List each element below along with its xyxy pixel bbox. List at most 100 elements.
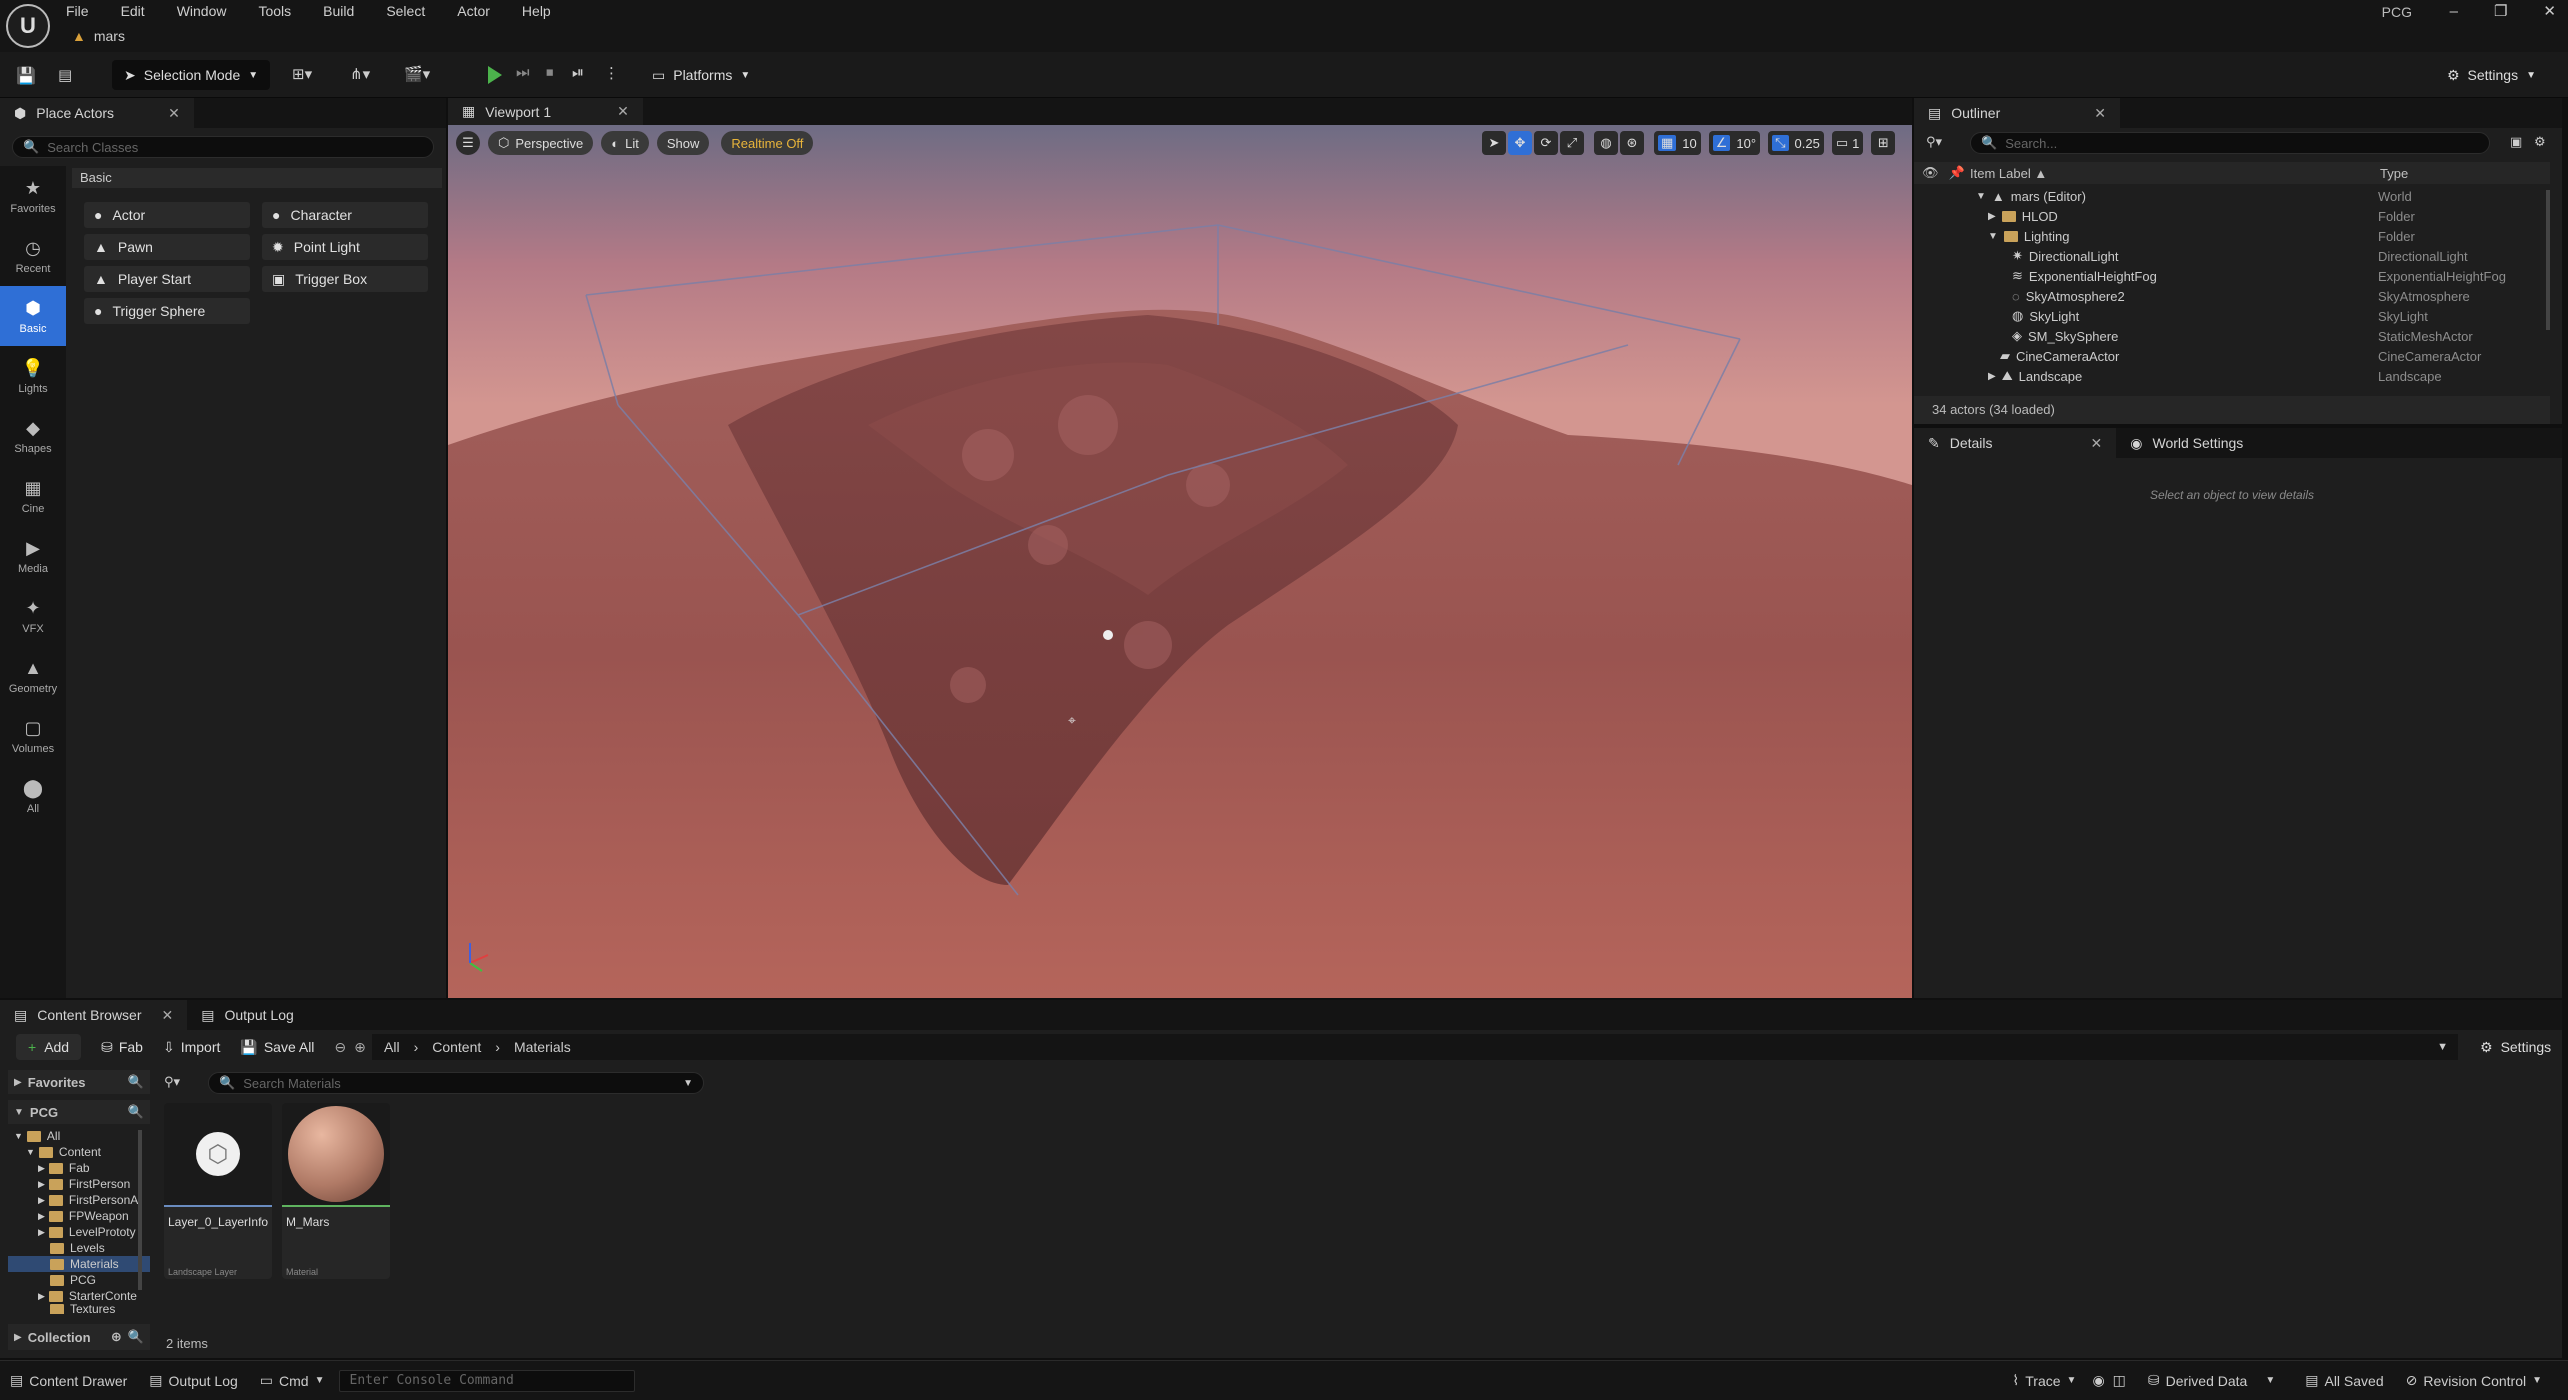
tab-content-browser[interactable]: ▤ Content Browser ✕ — [0, 1000, 188, 1030]
trace-dropdown[interactable]: ⌇ Trace ▼ — [2012, 1372, 2076, 1389]
sidebar-item-vfx[interactable]: ✦ VFX — [0, 586, 66, 646]
outliner-search-input[interactable]: 🔍 Search... — [1970, 132, 2490, 154]
add-button[interactable]: + Add — [16, 1034, 82, 1060]
perspective-button[interactable]: ⬡ Perspective — [488, 131, 594, 155]
save-all-button[interactable]: 💾 Save All — [240, 1039, 314, 1056]
menu-edit[interactable]: Edit — [121, 0, 145, 22]
sidebar-item-shapes[interactable]: ◆ Shapes — [0, 406, 66, 466]
sidebar-item-basic[interactable]: ⬢ Basic — [0, 286, 66, 346]
import-button[interactable]: ⇩ Import — [163, 1039, 220, 1056]
browse-icon[interactable]: ▤ — [58, 66, 72, 84]
sidebar-item-recent[interactable]: ◷ Recent — [0, 226, 66, 286]
tab-viewport-1[interactable]: ▦ Viewport 1 ✕ — [448, 98, 643, 125]
add-actor-icon[interactable]: ⊞▾ — [292, 65, 312, 83]
actor-item-trigger-sphere[interactable]: ● Trigger Sphere — [84, 298, 250, 324]
selection-mode-button[interactable]: ➤ Selection Mode ▼ — [112, 60, 271, 90]
tab-outliner[interactable]: ▤ Outliner ✕ — [1914, 98, 2120, 128]
cmd-dropdown[interactable]: ▭ Cmd ▼ — [260, 1372, 325, 1389]
restore-button[interactable]: ❐ — [2494, 2, 2507, 20]
outliner-row[interactable]: ≋ ExponentialHeightFog ExponentialHeightFo… — [1914, 266, 2550, 286]
close-icon[interactable]: ✕ — [162, 1007, 174, 1024]
menu-help[interactable]: Help — [522, 0, 551, 22]
more-options-icon[interactable]: ⋮ — [604, 64, 619, 82]
filter-icon[interactable]: ⚲▾ — [164, 1074, 180, 1090]
menu-window[interactable]: Window — [177, 0, 227, 22]
tree-item-selected[interactable]: Materials — [8, 1256, 150, 1272]
sidebar-item-volumes[interactable]: ▢ Volumes — [0, 706, 66, 766]
tab-details[interactable]: ✎ Details ✕ — [1914, 428, 2117, 458]
search-materials-input[interactable]: 🔍 Search Materials ▼ — [208, 1072, 704, 1094]
mars-landscape-render[interactable]: ⌖ — [448, 125, 1912, 998]
actor-pivot-icon[interactable] — [1103, 630, 1113, 640]
favorites-section[interactable]: ▶ Favorites 🔍 — [8, 1070, 150, 1094]
outliner-row[interactable]: ▰ CineCameraActor CineCameraActor — [1914, 346, 2550, 366]
realtime-off-badge[interactable]: Realtime Off — [721, 131, 814, 155]
search-icon[interactable]: 🔍 — [128, 1329, 144, 1345]
save-icon[interactable]: 💾 — [16, 66, 36, 86]
tree-item[interactable]: ▶ FPWeapon — [8, 1208, 150, 1224]
sidebar-item-geometry[interactable]: ▲ Geometry — [0, 646, 66, 706]
sidebar-item-lights[interactable]: 💡 Lights — [0, 346, 66, 406]
unreal-logo-icon[interactable]: U — [6, 4, 50, 48]
world-space-icon[interactable]: ◍ — [1594, 131, 1618, 155]
outliner-row[interactable]: ◍ SkyLight SkyLight — [1914, 306, 2550, 326]
breadcrumb-all[interactable]: All — [384, 1039, 400, 1055]
hamburger-menu-icon[interactable]: ☰ — [456, 131, 480, 155]
content-drawer-button[interactable]: ▤ Content Drawer — [10, 1372, 127, 1389]
derived-data-dropdown[interactable]: ⛁ Derived Data ▼ — [2148, 1372, 2275, 1389]
sidebar-item-all[interactable]: ⬤ All — [0, 766, 66, 826]
output-log-button[interactable]: ▤ Output Log — [149, 1372, 238, 1389]
outliner-row[interactable]: ▶ ⛰ Landscape Landscape — [1914, 366, 2550, 386]
lit-button[interactable]: ◐ Lit — [601, 131, 649, 155]
tree-scrollbar[interactable] — [138, 1130, 142, 1290]
menu-file[interactable]: File — [66, 0, 89, 22]
visibility-icon[interactable]: 👁 — [1922, 165, 1939, 181]
tree-item[interactable]: Textures — [8, 1304, 150, 1314]
play-icon[interactable] — [488, 66, 502, 84]
col-item-label[interactable]: Item Label ▲ — [1970, 166, 2047, 181]
scale-tool-icon[interactable]: ⤢ — [1560, 131, 1584, 155]
tree-item[interactable]: ▼ Content — [8, 1144, 150, 1160]
close-icon[interactable]: ✕ — [168, 105, 180, 122]
back-icon[interactable]: ⊖ — [334, 1039, 346, 1056]
tree-item[interactable]: ▶ FirstPerson — [8, 1176, 150, 1192]
forward-icon[interactable]: ⊕ — [354, 1039, 366, 1056]
viewport-layout-icon[interactable]: ⊞ — [1871, 131, 1896, 155]
search-classes-input[interactable]: 🔍 Search Classes — [12, 136, 434, 158]
pin-icon[interactable]: 📌 — [1949, 165, 1965, 181]
close-icon[interactable]: ✕ — [2094, 105, 2106, 122]
breadcrumb-content[interactable]: Content — [432, 1039, 481, 1055]
outliner-row[interactable]: ◈ SM_SkySphere StaticMeshActor — [1914, 326, 2550, 346]
col-type[interactable]: Type — [2380, 166, 2408, 181]
grid-snap-button[interactable]: ▦ 10 — [1654, 131, 1701, 155]
menu-build[interactable]: Build — [323, 0, 354, 22]
actor-item-character[interactable]: ● Character — [262, 202, 428, 228]
asset-tile-m-mars[interactable]: M_Mars Material — [282, 1103, 390, 1279]
add-folder-icon[interactable]: ▣ — [2510, 134, 2522, 150]
breadcrumb-materials[interactable]: Materials — [514, 1039, 571, 1055]
outliner-row[interactable]: ▼ ▲ mars (Editor) World — [1914, 186, 2550, 206]
console-command-input[interactable]: Enter Console Command — [338, 1369, 635, 1392]
actor-item-player-start[interactable]: ▲ Player Start — [84, 266, 250, 292]
menu-actor[interactable]: Actor — [457, 0, 490, 22]
outliner-row[interactable]: ▼ Lighting Folder — [1914, 226, 2550, 246]
tree-item[interactable]: ▶ LevelPrototy — [8, 1224, 150, 1240]
show-button[interactable]: Show — [656, 131, 710, 155]
close-window-button[interactable]: ✕ — [2543, 2, 2556, 20]
pcg-section[interactable]: ▼ PCG 🔍 — [8, 1100, 150, 1124]
actor-item-point-light[interactable]: ✹ Point Light — [262, 234, 428, 260]
scale-snap-button[interactable]: ⤡ 0.25 — [1768, 131, 1824, 155]
search-icon[interactable]: 🔍 — [128, 1074, 144, 1090]
tab-output-log[interactable]: ▤ Output Log — [187, 1000, 308, 1030]
all-saved-button[interactable]: ▤ All Saved — [2305, 1372, 2383, 1389]
rotate-tool-icon[interactable]: ⟳ — [1534, 131, 1558, 155]
level-viewport[interactable]: ⌖ ☰ ⬡ Perspective ◐ Lit Show Realtime Off … — [448, 125, 1912, 998]
tree-item[interactable]: ▶ StarterConte — [8, 1288, 150, 1304]
surface-snap-icon[interactable]: ⊛ — [1620, 131, 1644, 155]
actor-item-pawn[interactable]: ▲ Pawn — [84, 234, 250, 260]
sidebar-item-media[interactable]: ▶ Media — [0, 526, 66, 586]
minimize-button[interactable]: – — [2450, 3, 2458, 20]
outliner-scrollbar[interactable] — [2546, 190, 2550, 330]
tree-item[interactable]: PCG — [8, 1272, 150, 1288]
collection-section[interactable]: ▶ Collection ⊕ 🔍 — [8, 1324, 150, 1350]
